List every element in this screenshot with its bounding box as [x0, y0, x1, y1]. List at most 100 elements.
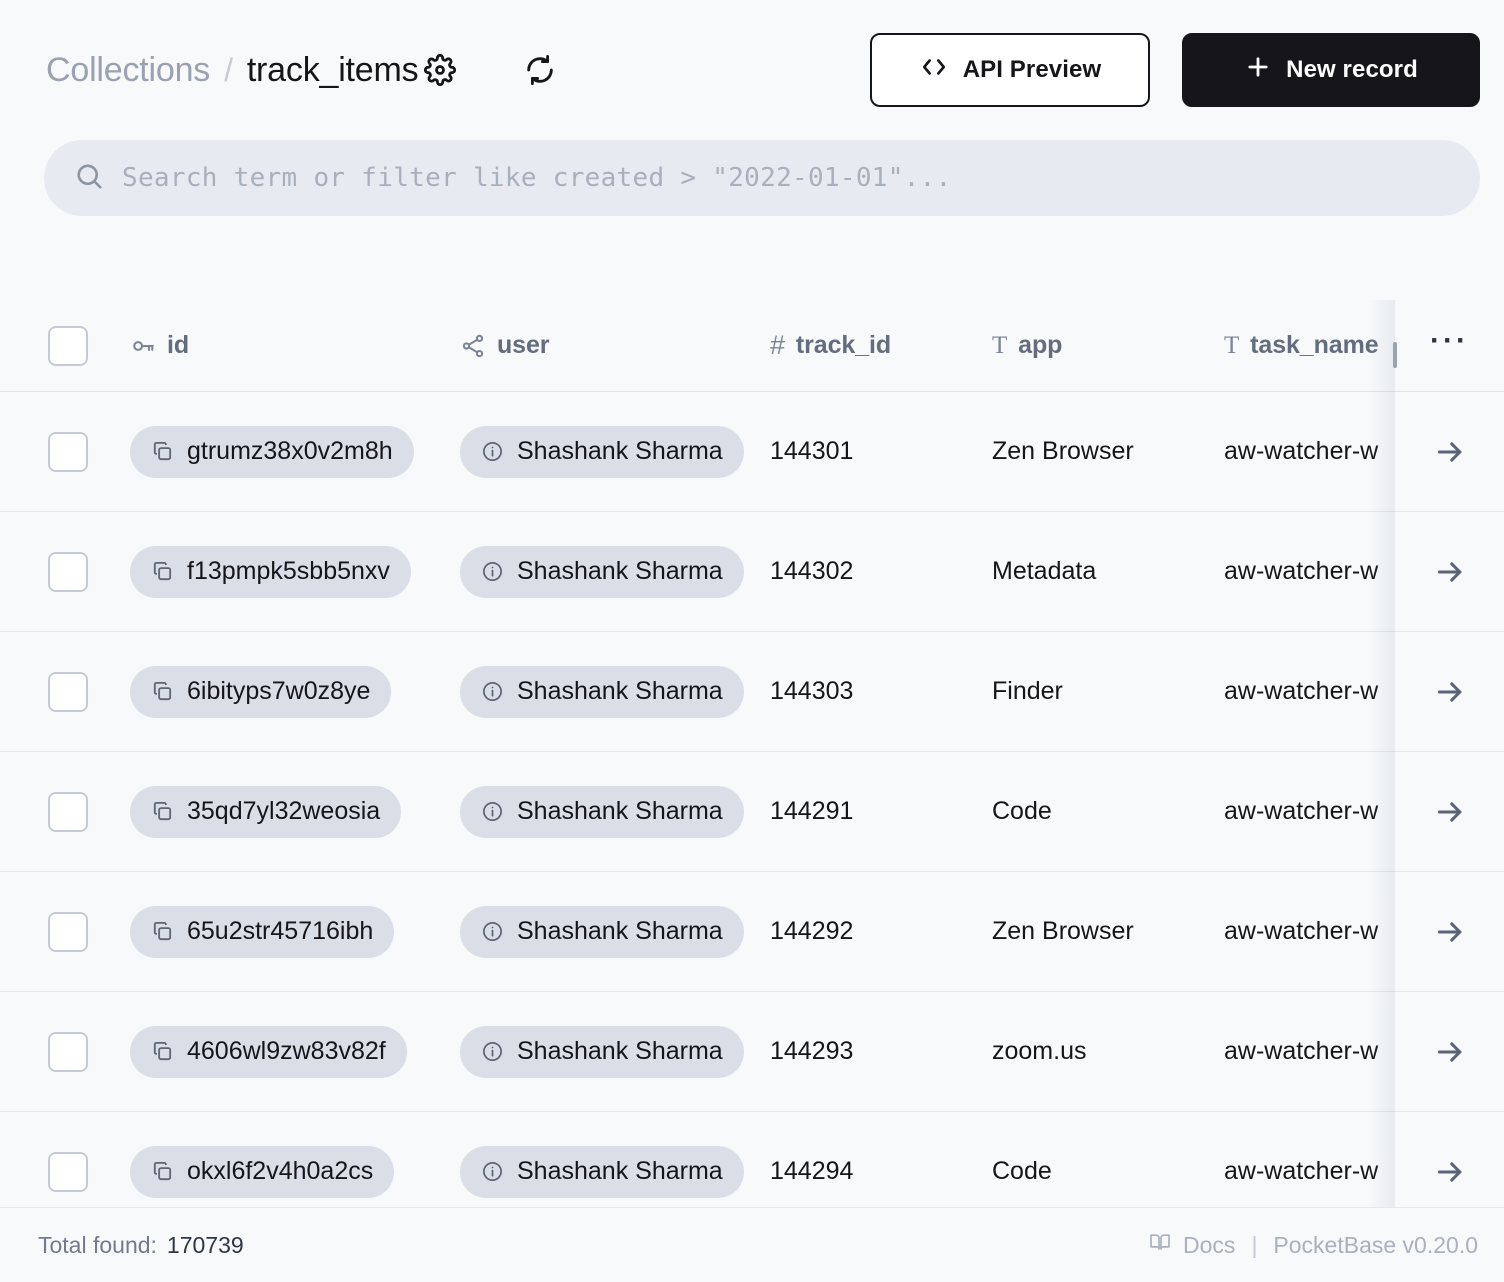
breadcrumb: Collections / track_items: [46, 50, 419, 90]
cell-track-id: 144291: [770, 797, 854, 825]
table-row[interactable]: gtrumz38x0v2m8h Shashank Sharma 144301 Z…: [0, 392, 1504, 512]
cell-id: 4606wl9zw83v82f: [130, 1025, 460, 1078]
row-action-cell: [1395, 632, 1504, 752]
table-row[interactable]: 35qd7yl32weosia Shashank Sharma 144291 C…: [0, 752, 1504, 872]
user-value: Shashank Sharma: [517, 557, 723, 585]
row-checkbox[interactable]: [48, 671, 88, 712]
table-row[interactable]: f13pmpk5sbb5nxv Shashank Sharma 144302 M…: [0, 512, 1504, 632]
cell-id: 65u2str45716ibh: [130, 905, 460, 958]
new-record-label: New record: [1286, 56, 1418, 83]
row-select-cell: [0, 431, 130, 472]
arrow-right-icon[interactable]: [1422, 784, 1478, 840]
cell-track-id: 144293: [770, 1037, 854, 1065]
info-icon: [481, 1160, 504, 1183]
column-header-id[interactable]: id: [130, 331, 460, 360]
header-actions: API Preview New record: [870, 33, 1480, 107]
cell-user: Shashank Sharma: [460, 785, 770, 838]
id-pill[interactable]: 6ibityps7w0z8ye: [130, 665, 392, 718]
cell-track-id: 144292: [770, 917, 854, 945]
column-header-app-label: app: [1018, 331, 1063, 359]
column-header-user[interactable]: user: [460, 331, 770, 360]
info-icon: [481, 440, 504, 463]
arrow-right-icon[interactable]: [1422, 664, 1478, 720]
table-row[interactable]: 4606wl9zw83v82f Shashank Sharma 144293 z…: [0, 992, 1504, 1112]
column-options-button[interactable]: ···: [1430, 325, 1469, 366]
info-icon: [481, 920, 504, 943]
select-all-checkbox[interactable]: [48, 325, 88, 366]
id-pill[interactable]: okxl6f2v4h0a2cs: [130, 1145, 395, 1198]
user-pill[interactable]: Shashank Sharma: [460, 425, 744, 478]
info-icon: [481, 1040, 504, 1063]
column-header-id-label: id: [167, 331, 190, 359]
row-select-cell: [0, 551, 130, 592]
row-action-cell: [1395, 1112, 1504, 1207]
row-checkbox[interactable]: [48, 551, 88, 592]
refresh-icon[interactable]: [518, 48, 562, 92]
row-checkbox[interactable]: [48, 911, 88, 952]
user-pill[interactable]: Shashank Sharma: [460, 545, 744, 598]
cell-app: Zen Browser: [992, 437, 1134, 465]
row-action-cell: [1395, 872, 1504, 992]
key-icon: [130, 333, 156, 359]
docs-link[interactable]: Docs: [1148, 1230, 1235, 1260]
cell-id: 6ibityps7w0z8ye: [130, 665, 460, 718]
user-value: Shashank Sharma: [517, 1037, 723, 1065]
column-options-cell: ···: [1395, 300, 1504, 392]
user-value: Shashank Sharma: [517, 437, 723, 465]
cell-track-id: 144294: [770, 1157, 854, 1185]
new-record-button[interactable]: New record: [1182, 33, 1480, 107]
row-checkbox[interactable]: [48, 431, 88, 472]
cell-app: Code: [992, 1157, 1052, 1185]
search-section: Search term or filter like created > "20…: [0, 140, 1504, 216]
table-row[interactable]: okxl6f2v4h0a2cs Shashank Sharma 144294 C…: [0, 1112, 1504, 1207]
column-header-user-label: user: [497, 331, 550, 359]
user-pill[interactable]: Shashank Sharma: [460, 785, 744, 838]
book-icon: [1148, 1230, 1172, 1260]
row-checkbox[interactable]: [48, 1151, 88, 1192]
copy-icon: [151, 1040, 174, 1063]
id-pill[interactable]: gtrumz38x0v2m8h: [130, 425, 414, 478]
id-value: 6ibityps7w0z8ye: [187, 677, 371, 705]
table-row[interactable]: 6ibityps7w0z8ye Shashank Sharma 144303 F…: [0, 632, 1504, 752]
column-header-track-id[interactable]: # track_id: [770, 331, 992, 360]
breadcrumb-collections-link[interactable]: Collections: [46, 51, 210, 90]
arrow-right-icon[interactable]: [1422, 904, 1478, 960]
cell-track-id: 144301: [770, 437, 854, 465]
user-value: Shashank Sharma: [517, 797, 723, 825]
cell-app: Finder: [992, 677, 1063, 705]
column-header-track-id-label: track_id: [795, 331, 892, 359]
api-preview-button[interactable]: API Preview: [870, 33, 1150, 107]
id-pill[interactable]: 35qd7yl32weosia: [130, 785, 402, 838]
row-checkbox[interactable]: [48, 1031, 88, 1072]
user-pill[interactable]: Shashank Sharma: [460, 665, 744, 718]
row-select-cell: [0, 671, 130, 712]
arrow-right-icon[interactable]: [1422, 424, 1478, 480]
page-title: track_items: [246, 50, 419, 89]
user-value: Shashank Sharma: [517, 1157, 723, 1185]
gear-icon[interactable]: [418, 48, 462, 92]
row-select-cell: [0, 791, 130, 832]
column-header-app[interactable]: T app: [992, 331, 1224, 360]
id-value: okxl6f2v4h0a2cs: [187, 1157, 374, 1185]
id-pill[interactable]: 4606wl9zw83v82f: [130, 1025, 407, 1078]
id-pill[interactable]: f13pmpk5sbb5nxv: [130, 545, 411, 598]
cell-user: Shashank Sharma: [460, 905, 770, 958]
id-pill[interactable]: 65u2str45716ibh: [130, 905, 395, 958]
user-pill[interactable]: Shashank Sharma: [460, 905, 744, 958]
arrow-right-icon[interactable]: [1422, 1144, 1478, 1200]
arrow-right-icon[interactable]: [1422, 1024, 1478, 1080]
footer-right: Docs | PocketBase v0.20.0: [1148, 1230, 1478, 1260]
info-icon: [481, 560, 504, 583]
table-scroll-container[interactable]: id user # track_id T app T task_name gtr…: [0, 300, 1504, 1207]
copy-icon: [151, 680, 174, 703]
id-value: f13pmpk5sbb5nxv: [187, 557, 390, 585]
plus-icon: [1244, 53, 1272, 88]
table-row[interactable]: 65u2str45716ibh Shashank Sharma 144292 Z…: [0, 872, 1504, 992]
user-pill[interactable]: Shashank Sharma: [460, 1025, 744, 1078]
row-actions-column: ···: [1369, 300, 1504, 1207]
arrow-right-icon[interactable]: [1422, 544, 1478, 600]
copy-icon: [151, 440, 174, 463]
row-checkbox[interactable]: [48, 791, 88, 832]
search-input[interactable]: Search term or filter like created > "20…: [44, 140, 1480, 216]
user-pill[interactable]: Shashank Sharma: [460, 1145, 744, 1198]
